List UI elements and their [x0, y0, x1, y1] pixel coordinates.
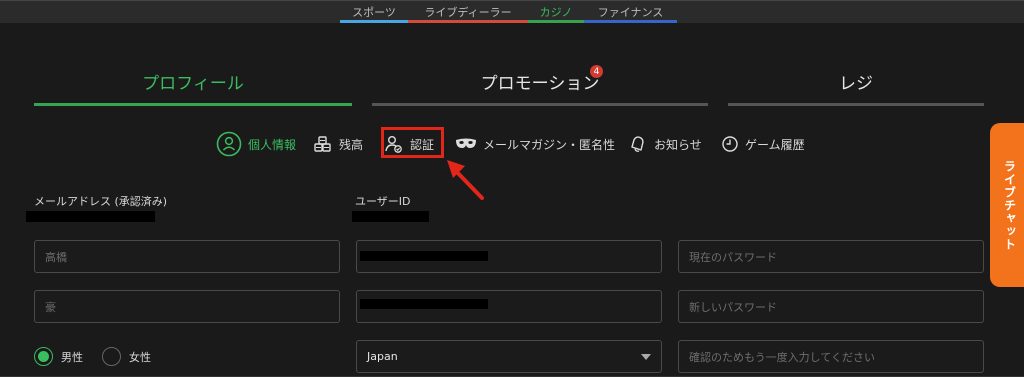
confirm-password-placeholder: 確認のためもう一度入力してください	[689, 350, 876, 364]
mask-icon	[455, 137, 477, 151]
current-password-placeholder: 現在のパスワード	[689, 250, 777, 264]
top-nav-underline	[528, 20, 584, 23]
subtab-game-history-label: ゲーム履歴	[745, 137, 805, 152]
tab-promotion-underline	[372, 103, 708, 106]
subtab-notices-label: お知らせ	[654, 137, 702, 152]
new-password-placeholder: 新しいパスワード	[689, 300, 777, 314]
chevron-down-icon	[641, 354, 651, 360]
country-select[interactable]: Japan	[356, 340, 662, 373]
live-chat-label: ライブチャット	[1002, 159, 1017, 251]
top-nav-underline	[340, 20, 408, 23]
gender-male-radio[interactable]: 男性	[34, 347, 83, 366]
subtab-balance[interactable]: 残高	[313, 131, 363, 157]
person-icon	[216, 131, 242, 157]
tab-profile[interactable]: プロフィール	[34, 69, 352, 94]
top-nav-live-dealer[interactable]: ライブディーラー	[408, 1, 528, 23]
country-select-value: Japan	[367, 350, 398, 363]
furigana-first-redacted	[360, 299, 488, 309]
gender-male-label: 男性	[61, 350, 83, 364]
top-nav-live-dealer-label: ライブディーラー	[424, 6, 512, 19]
promotion-count-badge: 4	[590, 65, 603, 78]
first-name-placeholder: 豪	[45, 300, 56, 314]
new-password-field[interactable]: 新しいパスワード	[678, 290, 984, 323]
subtab-personal-info-label: 個人情報	[248, 137, 297, 152]
arrow-icon	[447, 160, 484, 200]
subtab-mail-magazine-label: メールマガジン・匿名性	[483, 137, 616, 152]
top-navigation-bar: スポーツ ライブディーラー カジノ ファイナンス	[0, 1, 1024, 23]
gender-female-radio[interactable]: 女性	[102, 347, 151, 366]
top-nav-casino-label: カジノ	[539, 6, 573, 19]
radio-selected-icon	[34, 347, 53, 366]
tab-promotion[interactable]: プロモーション	[372, 69, 708, 94]
subtab-notices[interactable]: お知らせ	[628, 131, 702, 157]
page-frame: スポーツ ライブディーラー カジノ ファイナンス プロフィール プロモーション …	[0, 0, 1024, 377]
top-nav-underline	[408, 20, 528, 23]
first-name-field[interactable]: 豪	[34, 290, 340, 323]
email-value-redacted	[26, 211, 155, 222]
tab-profile-underline	[34, 103, 352, 106]
subtab-mail-magazine[interactable]: メールマガジン・匿名性	[455, 131, 615, 157]
gender-female-label: 女性	[129, 350, 151, 364]
user-id-value-redacted	[352, 211, 429, 222]
top-nav-sports[interactable]: スポーツ	[340, 1, 408, 23]
user-id-label: ユーザーID	[355, 195, 411, 208]
coins-icon	[313, 135, 333, 153]
clock-icon	[721, 135, 739, 153]
top-nav-finance-label: ファイナンス	[597, 6, 664, 19]
current-password-field[interactable]: 現在のパスワード	[678, 240, 984, 273]
last-name-placeholder: 高橋	[45, 250, 67, 264]
subtab-balance-label: 残高	[339, 137, 364, 152]
top-nav-underline	[584, 20, 677, 23]
email-label: メールアドレス (承認済み)	[34, 195, 168, 208]
top-nav-finance[interactable]: ファイナンス	[584, 1, 677, 23]
top-nav-casino[interactable]: カジノ	[528, 1, 584, 23]
furigana-last-redacted	[360, 251, 488, 261]
live-chat-button[interactable]: ライブチャット	[990, 123, 1024, 287]
confirm-password-field[interactable]: 確認のためもう一度入力してください	[678, 340, 984, 373]
tab-register-underline	[728, 103, 984, 106]
subtab-game-history[interactable]: ゲーム履歴	[721, 131, 805, 157]
highlight-box	[381, 127, 444, 158]
top-nav-sports-label: スポーツ	[352, 6, 396, 19]
subtab-personal-info[interactable]: 個人情報	[216, 131, 296, 157]
bell-icon	[628, 135, 648, 153]
tab-register[interactable]: レジ	[728, 69, 984, 94]
last-name-field[interactable]: 高橋	[34, 240, 340, 273]
radio-unselected-icon	[102, 347, 121, 366]
